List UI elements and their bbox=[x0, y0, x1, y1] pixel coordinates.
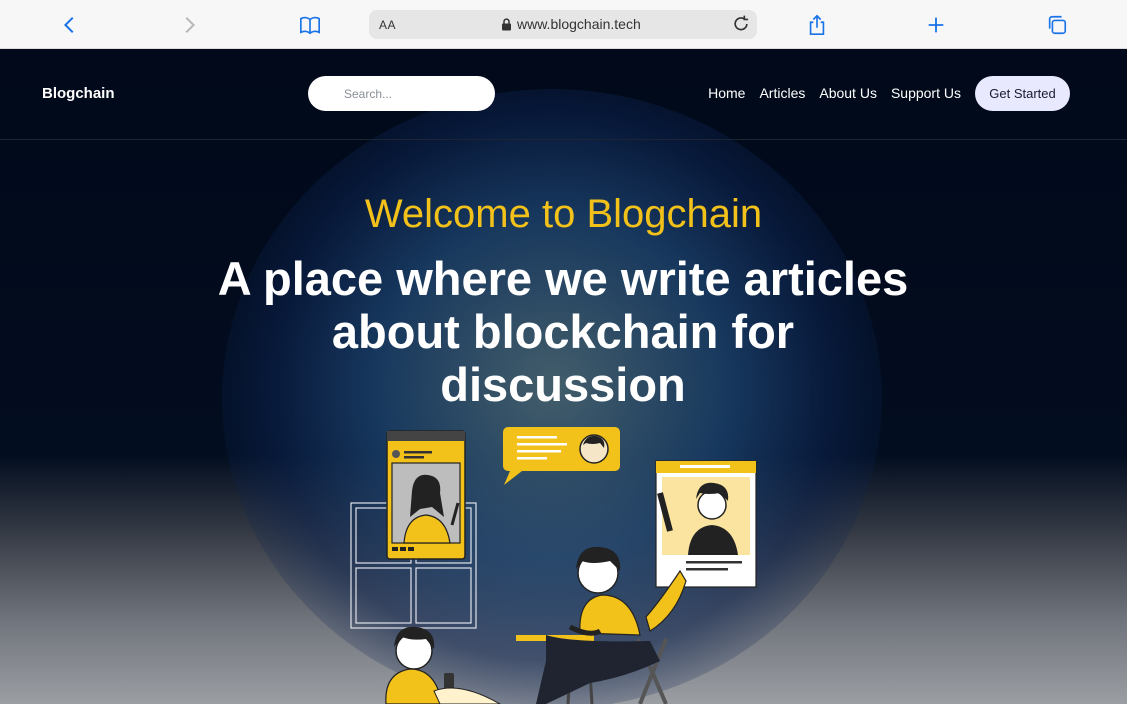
site-logo[interactable]: Blogchain bbox=[42, 85, 115, 102]
nav-link-about-us[interactable]: About Us bbox=[819, 85, 877, 101]
nav-link-support-us[interactable]: Support Us bbox=[891, 85, 961, 101]
site-navbar: Blogchain Home Articles About Us Support… bbox=[0, 49, 1127, 140]
back-icon[interactable] bbox=[57, 12, 83, 38]
nav-link-articles[interactable]: Articles bbox=[759, 85, 805, 101]
hero-welcome: Welcome to Blogchain bbox=[364, 192, 763, 236]
get-started-button[interactable]: Get Started bbox=[975, 76, 1070, 111]
forward-icon[interactable] bbox=[176, 12, 202, 38]
website: Blogchain Home Articles About Us Support… bbox=[0, 49, 1127, 704]
search-input[interactable] bbox=[308, 76, 495, 111]
text-size-button[interactable]: AA bbox=[379, 18, 396, 32]
phone-card-illustration bbox=[386, 430, 466, 560]
new-tab-plus-icon[interactable] bbox=[923, 12, 949, 38]
hero-illustration bbox=[350, 427, 757, 704]
url-display: www.blogchain.tech bbox=[501, 16, 641, 32]
chat-bubble-illustration bbox=[503, 427, 620, 485]
nav-links: Home Articles About Us Support Us bbox=[708, 85, 961, 101]
url-text: www.blogchain.tech bbox=[517, 16, 641, 32]
browser-toolbar: AA www.blogchain.tech bbox=[0, 0, 1127, 49]
share-icon[interactable] bbox=[804, 12, 830, 38]
bookmarks-book-icon[interactable] bbox=[297, 12, 323, 38]
reload-icon[interactable] bbox=[731, 14, 751, 34]
nav-link-home[interactable]: Home bbox=[708, 85, 745, 101]
address-bar[interactable]: AA www.blogchain.tech bbox=[369, 10, 757, 39]
tabs-overview-icon[interactable] bbox=[1044, 12, 1070, 38]
girl-with-phone-illustration bbox=[385, 626, 502, 704]
hero-headline: A place where we write articles about bl… bbox=[217, 252, 909, 411]
video-card-illustration bbox=[655, 460, 757, 588]
lock-icon bbox=[502, 17, 511, 30]
